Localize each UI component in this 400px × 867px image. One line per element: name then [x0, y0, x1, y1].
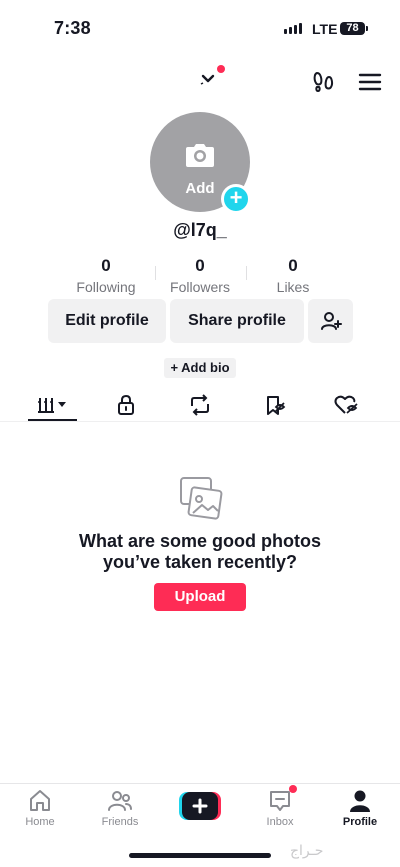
nav-profile[interactable]: Profile [325, 788, 395, 828]
friends-icon [108, 791, 132, 811]
watermark-logo: حـراج [290, 843, 324, 859]
add-avatar-button[interactable]: + [221, 184, 251, 214]
bottom-nav-divider [0, 783, 400, 784]
battery-icon: 78 [340, 22, 365, 35]
lock-icon [118, 394, 134, 415]
nav-friends[interactable]: Friends [85, 788, 155, 828]
repost-icon [191, 394, 209, 416]
nav-inbox-label: Inbox [266, 816, 294, 828]
nav-profile-label: Profile [342, 816, 378, 828]
home-indicator[interactable] [129, 853, 271, 858]
tab-favorites[interactable] [247, 390, 303, 420]
empty-state-line-1: What are some good photos [78, 531, 321, 551]
empty-state-title: What are some good photos you’ve taken r… [40, 531, 360, 573]
share-profile-button[interactable]: Share profile [170, 299, 304, 343]
liked-icon [334, 395, 358, 414]
footprints-icon[interactable] [311, 69, 337, 95]
notification-dot [217, 65, 225, 73]
add-person-icon [320, 312, 342, 330]
nav-home[interactable]: Home [5, 788, 75, 828]
inbox-icon [270, 791, 290, 811]
menu-icon[interactable] [357, 69, 383, 95]
home-icon [30, 790, 50, 811]
likes-count: 0 [288, 256, 298, 275]
profile-icon [350, 790, 370, 812]
empty-state-line-2: you’ve taken recently? [102, 552, 298, 572]
status-time: 7:38 [54, 18, 91, 38]
tab-liked[interactable] [319, 390, 375, 420]
signal-icon [284, 23, 302, 34]
inbox-badge [289, 785, 297, 793]
likes-label: Likes [276, 279, 310, 295]
upload-button[interactable]: Upload [154, 583, 246, 611]
nav-home-label: Home [25, 816, 55, 828]
edit-profile-button[interactable]: Edit profile [48, 299, 166, 343]
favorites-icon [267, 396, 286, 415]
camera-icon [186, 144, 214, 167]
grid-icon [38, 398, 66, 413]
stat-likes[interactable]: 0 Likes [238, 256, 348, 295]
tab-reposts[interactable] [172, 390, 228, 420]
chevron-down-icon[interactable] [200, 72, 216, 86]
tab-videos[interactable] [25, 390, 81, 420]
username: @l7q_ [173, 220, 227, 240]
add-bio-button[interactable]: + Add bio [164, 358, 236, 378]
create-button[interactable] [179, 792, 221, 820]
nav-inbox[interactable]: Inbox [245, 788, 315, 828]
add-friend-button[interactable] [308, 299, 353, 343]
tab-private[interactable] [98, 390, 154, 420]
network-type: LTE [312, 21, 338, 37]
photos-icon [180, 477, 223, 520]
battery-tip [366, 26, 368, 31]
nav-friends-label: Friends [101, 816, 139, 828]
tabs-divider [0, 421, 400, 422]
